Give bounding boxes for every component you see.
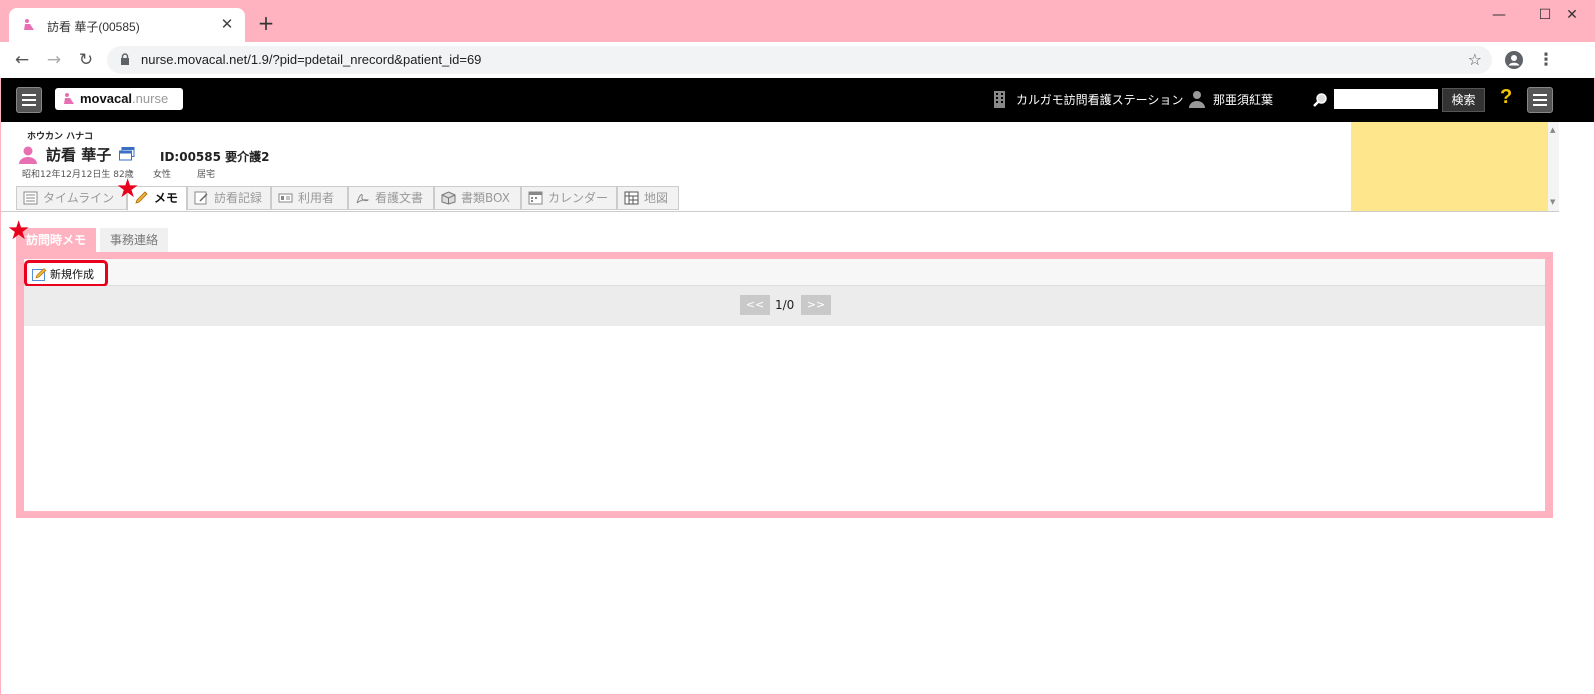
next-page-button[interactable]: >>	[801, 295, 831, 315]
user-icon	[1189, 91, 1205, 108]
tab-document-box[interactable]: 書類BOX	[434, 186, 521, 210]
memo-toolbar: 新規作成	[24, 259, 1545, 287]
page: movacal.nurse カルガモ訪問看護ステーション 那亜須紅葉 検索 ? …	[1, 78, 1594, 694]
edit-note-icon	[32, 268, 47, 281]
url-text: nurse.movacal.net/1.9/?pid=pdetail_nreco…	[141, 52, 482, 67]
star-marker-icon: ★	[116, 174, 140, 204]
star-marker-icon: ★	[7, 216, 31, 246]
new-tab-icon[interactable]: +	[256, 13, 276, 33]
tabs-divider	[1, 211, 1559, 212]
patient-kana: ホウカン ハナコ	[27, 132, 94, 142]
nurse-logo-icon	[24, 19, 34, 30]
pagination: << 1/0 >>	[24, 286, 1545, 326]
timeline-icon	[23, 191, 38, 205]
help-icon[interactable]: ?	[1500, 86, 1512, 109]
scrollbar[interactable]: ▲ ▼	[1548, 122, 1559, 211]
id-card-icon	[278, 193, 293, 203]
subtab-office-contact[interactable]: 事務連絡	[100, 228, 169, 252]
building-icon	[994, 91, 1005, 108]
new-memo-button[interactable]: 新規作成	[24, 260, 108, 287]
back-icon[interactable]: ←	[10, 48, 34, 72]
record-icon	[194, 191, 208, 205]
nurse-logo-icon	[64, 93, 74, 104]
movacal-logo[interactable]: movacal.nurse	[55, 88, 183, 110]
box-icon	[441, 191, 456, 205]
lock-icon	[121, 53, 129, 65]
user-name[interactable]: 那亜須紅葉	[1213, 91, 1273, 108]
logo-text-sub: .nurse	[132, 91, 169, 106]
pdf-icon	[356, 194, 369, 204]
memo-list: 新規作成 << 1/0 >>	[24, 259, 1545, 511]
address-bar[interactable]: nurse.movacal.net/1.9/?pid=pdetail_nreco…	[107, 46, 1492, 74]
hamburger-menu-icon[interactable]	[16, 87, 42, 113]
search-input[interactable]	[1334, 89, 1438, 109]
female-patient-icon	[19, 146, 37, 164]
patient-living: 居宅	[197, 170, 216, 180]
calendar-icon	[528, 191, 543, 205]
tab-timeline[interactable]: タイムライン	[16, 186, 127, 210]
memo-panel: 新規作成 << 1/0 >>	[16, 252, 1553, 518]
close-icon[interactable]: ✕	[217, 14, 237, 34]
page-indicator: 1/0	[775, 298, 795, 312]
map-icon	[624, 191, 639, 205]
forward-icon[interactable]: →	[42, 48, 66, 72]
tab-user[interactable]: 利用者	[271, 186, 348, 210]
tab-nursing-docs[interactable]: 看護文書	[348, 186, 434, 210]
tab-visit-record[interactable]: 訪看記録	[187, 186, 271, 210]
tab-calendar[interactable]: カレンダー	[521, 186, 617, 210]
patient-note-area[interactable]	[1351, 122, 1548, 211]
more-icon[interactable]: ⋮	[1534, 48, 1558, 72]
patient-name: 訪看 華子	[46, 146, 112, 164]
settings-menu-icon[interactable]	[1527, 87, 1553, 113]
browser-titlebar: 訪看 華子(00585) ✕ + — ☐ ✕	[0, 0, 1595, 42]
bookmark-star-icon[interactable]: ☆	[1468, 50, 1482, 69]
app-header: movacal.nurse カルガモ訪問看護ステーション 那亜須紅葉 検索 ?	[1, 78, 1594, 122]
tab-title: 訪看 華子(00585)	[47, 20, 140, 34]
profile-icon[interactable]	[1505, 51, 1523, 69]
minimize-icon[interactable]: —	[1476, 0, 1522, 30]
tab-map[interactable]: 地図	[617, 186, 679, 210]
window-icon[interactable]	[119, 147, 135, 161]
logo-text-main: movacal	[80, 91, 133, 106]
station-name[interactable]: カルガモ訪問看護ステーション	[1016, 91, 1183, 108]
search-button[interactable]: 検索	[1442, 88, 1485, 112]
prev-page-button[interactable]: <<	[740, 295, 770, 315]
search-icon	[1313, 93, 1327, 107]
browser-navbar: ← → ↻ nurse.movacal.net/1.9/?pid=pdetail…	[0, 42, 1595, 78]
window-close-icon[interactable]: ✕	[1549, 0, 1595, 30]
reload-icon[interactable]: ↻	[74, 48, 98, 72]
patient-sex: 女性	[153, 170, 172, 180]
patient-id-care-level: ID:00585 要介護2	[160, 150, 270, 164]
browser-tab[interactable]: 訪看 華子(00585) ✕	[9, 8, 245, 42]
